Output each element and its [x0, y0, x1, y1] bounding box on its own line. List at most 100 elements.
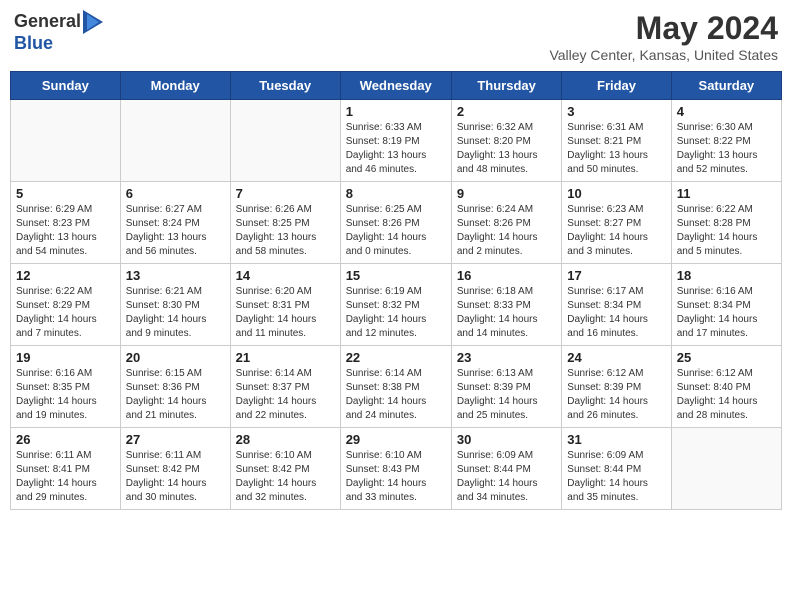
day-number: 21 — [236, 350, 335, 365]
day-info: Sunrise: 6:22 AM Sunset: 8:29 PM Dayligh… — [16, 285, 115, 341]
day-number: 28 — [236, 432, 335, 447]
page-header: General Blue May 2024 Valley Center, Kan… — [10, 10, 782, 63]
day-info: Sunrise: 6:19 AM Sunset: 8:32 PM Dayligh… — [346, 285, 446, 341]
logo: General Blue — [14, 10, 103, 54]
day-info: Sunrise: 6:09 AM Sunset: 8:44 PM Dayligh… — [567, 449, 665, 505]
calendar-cell: 10 Sunrise: 6:23 AM Sunset: 8:27 PM Dayli… — [562, 182, 671, 264]
day-number: 2 — [457, 104, 556, 119]
calendar-week-3: 12 Sunrise: 6:22 AM Sunset: 8:29 PM Dayli… — [11, 264, 782, 346]
calendar-cell: 30Sunrise: 6:09 AM Sunset: 8:44 PM Dayli… — [451, 428, 561, 510]
calendar-cell: 14Sunrise: 6:20 AM Sunset: 8:31 PM Dayli… — [230, 264, 340, 346]
day-info: Sunrise: 6:25 AM Sunset: 8:26 PM Dayligh… — [346, 203, 446, 259]
calendar-cell: 1 Sunrise: 6:33 AM Sunset: 8:19 PM Daylig… — [340, 100, 451, 182]
calendar-cell: 7Sunrise: 6:26 AM Sunset: 8:25 PM Daylig… — [230, 182, 340, 264]
logo-blue: Blue — [14, 33, 53, 53]
day-info: Sunrise: 6:15 AM Sunset: 8:36 PM Dayligh… — [126, 367, 225, 423]
day-number: 27 — [126, 432, 225, 447]
weekday-header-friday: Friday — [562, 72, 671, 100]
day-info: Sunrise: 6:11 AM Sunset: 8:41 PM Dayligh… — [16, 449, 115, 505]
calendar-cell: 11Sunrise: 6:22 AM Sunset: 8:28 PM Dayli… — [671, 182, 781, 264]
day-info: Sunrise: 6:21 AM Sunset: 8:30 PM Dayligh… — [126, 285, 225, 341]
location: Valley Center, Kansas, United States — [549, 47, 778, 63]
logo-general: General — [14, 12, 81, 32]
weekday-header-sunday: Sunday — [11, 72, 121, 100]
day-info: Sunrise: 6:26 AM Sunset: 8:25 PM Dayligh… — [236, 203, 335, 259]
day-number: 31 — [567, 432, 665, 447]
day-info: Sunrise: 6:17 AM Sunset: 8:34 PM Dayligh… — [567, 285, 665, 341]
day-info: Sunrise: 6:20 AM Sunset: 8:31 PM Dayligh… — [236, 285, 335, 341]
day-info: Sunrise: 6:29 AM Sunset: 8:23 PM Dayligh… — [16, 203, 115, 259]
calendar-cell: 22 Sunrise: 6:14 AM Sunset: 8:38 PM Dayli… — [340, 346, 451, 428]
calendar-cell: 26 Sunrise: 6:11 AM Sunset: 8:41 PM Dayli… — [11, 428, 121, 510]
calendar-cell: 25Sunrise: 6:12 AM Sunset: 8:40 PM Dayli… — [671, 346, 781, 428]
day-number: 25 — [677, 350, 776, 365]
day-info: Sunrise: 6:18 AM Sunset: 8:33 PM Dayligh… — [457, 285, 556, 341]
calendar-cell — [671, 428, 781, 510]
day-info: Sunrise: 6:14 AM Sunset: 8:37 PM Dayligh… — [236, 367, 335, 423]
day-info: Sunrise: 6:27 AM Sunset: 8:24 PM Dayligh… — [126, 203, 225, 259]
day-info: Sunrise: 6:23 AM Sunset: 8:27 PM Dayligh… — [567, 203, 665, 259]
day-number: 24 — [567, 350, 665, 365]
day-info: Sunrise: 6:10 AM Sunset: 8:43 PM Dayligh… — [346, 449, 446, 505]
day-info: Sunrise: 6:30 AM Sunset: 8:22 PM Dayligh… — [677, 121, 776, 177]
calendar-week-4: 19 Sunrise: 6:16 AM Sunset: 8:35 PM Dayli… — [11, 346, 782, 428]
calendar-cell — [11, 100, 121, 182]
weekday-header-row: SundayMondayTuesdayWednesdayThursdayFrid… — [11, 72, 782, 100]
calendar-cell: 19 Sunrise: 6:16 AM Sunset: 8:35 PM Dayli… — [11, 346, 121, 428]
day-number: 22 — [346, 350, 446, 365]
calendar-cell: 16 Sunrise: 6:18 AM Sunset: 8:33 PM Dayli… — [451, 264, 561, 346]
day-info: Sunrise: 6:11 AM Sunset: 8:42 PM Dayligh… — [126, 449, 225, 505]
day-number: 5 — [16, 186, 115, 201]
day-info: Sunrise: 6:16 AM Sunset: 8:34 PM Dayligh… — [677, 285, 776, 341]
day-info: Sunrise: 6:10 AM Sunset: 8:42 PM Dayligh… — [236, 449, 335, 505]
day-info: Sunrise: 6:12 AM Sunset: 8:39 PM Dayligh… — [567, 367, 665, 423]
day-number: 19 — [16, 350, 115, 365]
calendar-cell: 21 Sunrise: 6:14 AM Sunset: 8:37 PM Dayli… — [230, 346, 340, 428]
day-number: 13 — [126, 268, 225, 283]
calendar-week-1: 1 Sunrise: 6:33 AM Sunset: 8:19 PM Daylig… — [11, 100, 782, 182]
weekday-header-tuesday: Tuesday — [230, 72, 340, 100]
weekday-header-thursday: Thursday — [451, 72, 561, 100]
weekday-header-monday: Monday — [120, 72, 230, 100]
day-number: 16 — [457, 268, 556, 283]
day-number: 12 — [16, 268, 115, 283]
day-info: Sunrise: 6:16 AM Sunset: 8:35 PM Dayligh… — [16, 367, 115, 423]
calendar-cell: 9Sunrise: 6:24 AM Sunset: 8:26 PM Daylig… — [451, 182, 561, 264]
calendar-cell: 2 Sunrise: 6:32 AM Sunset: 8:20 PM Daylig… — [451, 100, 561, 182]
title-section: May 2024 Valley Center, Kansas, United S… — [549, 10, 778, 63]
calendar-cell: 20 Sunrise: 6:15 AM Sunset: 8:36 PM Dayli… — [120, 346, 230, 428]
day-number: 17 — [567, 268, 665, 283]
calendar-cell: 6 Sunrise: 6:27 AM Sunset: 8:24 PM Daylig… — [120, 182, 230, 264]
calendar-cell: 8 Sunrise: 6:25 AM Sunset: 8:26 PM Daylig… — [340, 182, 451, 264]
day-info: Sunrise: 6:14 AM Sunset: 8:38 PM Dayligh… — [346, 367, 446, 423]
calendar-cell: 28 Sunrise: 6:10 AM Sunset: 8:42 PM Dayli… — [230, 428, 340, 510]
day-number: 6 — [126, 186, 225, 201]
day-info: Sunrise: 6:31 AM Sunset: 8:21 PM Dayligh… — [567, 121, 665, 177]
calendar-cell: 5 Sunrise: 6:29 AM Sunset: 8:23 PM Daylig… — [11, 182, 121, 264]
weekday-header-saturday: Saturday — [671, 72, 781, 100]
calendar-cell — [120, 100, 230, 182]
day-number: 11 — [677, 186, 776, 201]
day-number: 20 — [126, 350, 225, 365]
calendar-cell: 29Sunrise: 6:10 AM Sunset: 8:43 PM Dayli… — [340, 428, 451, 510]
logo-icon — [83, 10, 103, 34]
calendar-cell: 15Sunrise: 6:19 AM Sunset: 8:32 PM Dayli… — [340, 264, 451, 346]
day-info: Sunrise: 6:13 AM Sunset: 8:39 PM Dayligh… — [457, 367, 556, 423]
weekday-header-wednesday: Wednesday — [340, 72, 451, 100]
day-number: 1 — [346, 104, 446, 119]
day-info: Sunrise: 6:09 AM Sunset: 8:44 PM Dayligh… — [457, 449, 556, 505]
calendar-week-2: 5 Sunrise: 6:29 AM Sunset: 8:23 PM Daylig… — [11, 182, 782, 264]
day-number: 8 — [346, 186, 446, 201]
calendar-cell — [230, 100, 340, 182]
calendar-cell: 3 Sunrise: 6:31 AM Sunset: 8:21 PM Daylig… — [562, 100, 671, 182]
day-info: Sunrise: 6:33 AM Sunset: 8:19 PM Dayligh… — [346, 121, 446, 177]
day-number: 26 — [16, 432, 115, 447]
day-number: 10 — [567, 186, 665, 201]
day-number: 3 — [567, 104, 665, 119]
calendar-cell: 18 Sunrise: 6:16 AM Sunset: 8:34 PM Dayli… — [671, 264, 781, 346]
day-info: Sunrise: 6:32 AM Sunset: 8:20 PM Dayligh… — [457, 121, 556, 177]
day-number: 9 — [457, 186, 556, 201]
day-number: 23 — [457, 350, 556, 365]
calendar-table: SundayMondayTuesdayWednesdayThursdayFrid… — [10, 71, 782, 510]
day-number: 18 — [677, 268, 776, 283]
